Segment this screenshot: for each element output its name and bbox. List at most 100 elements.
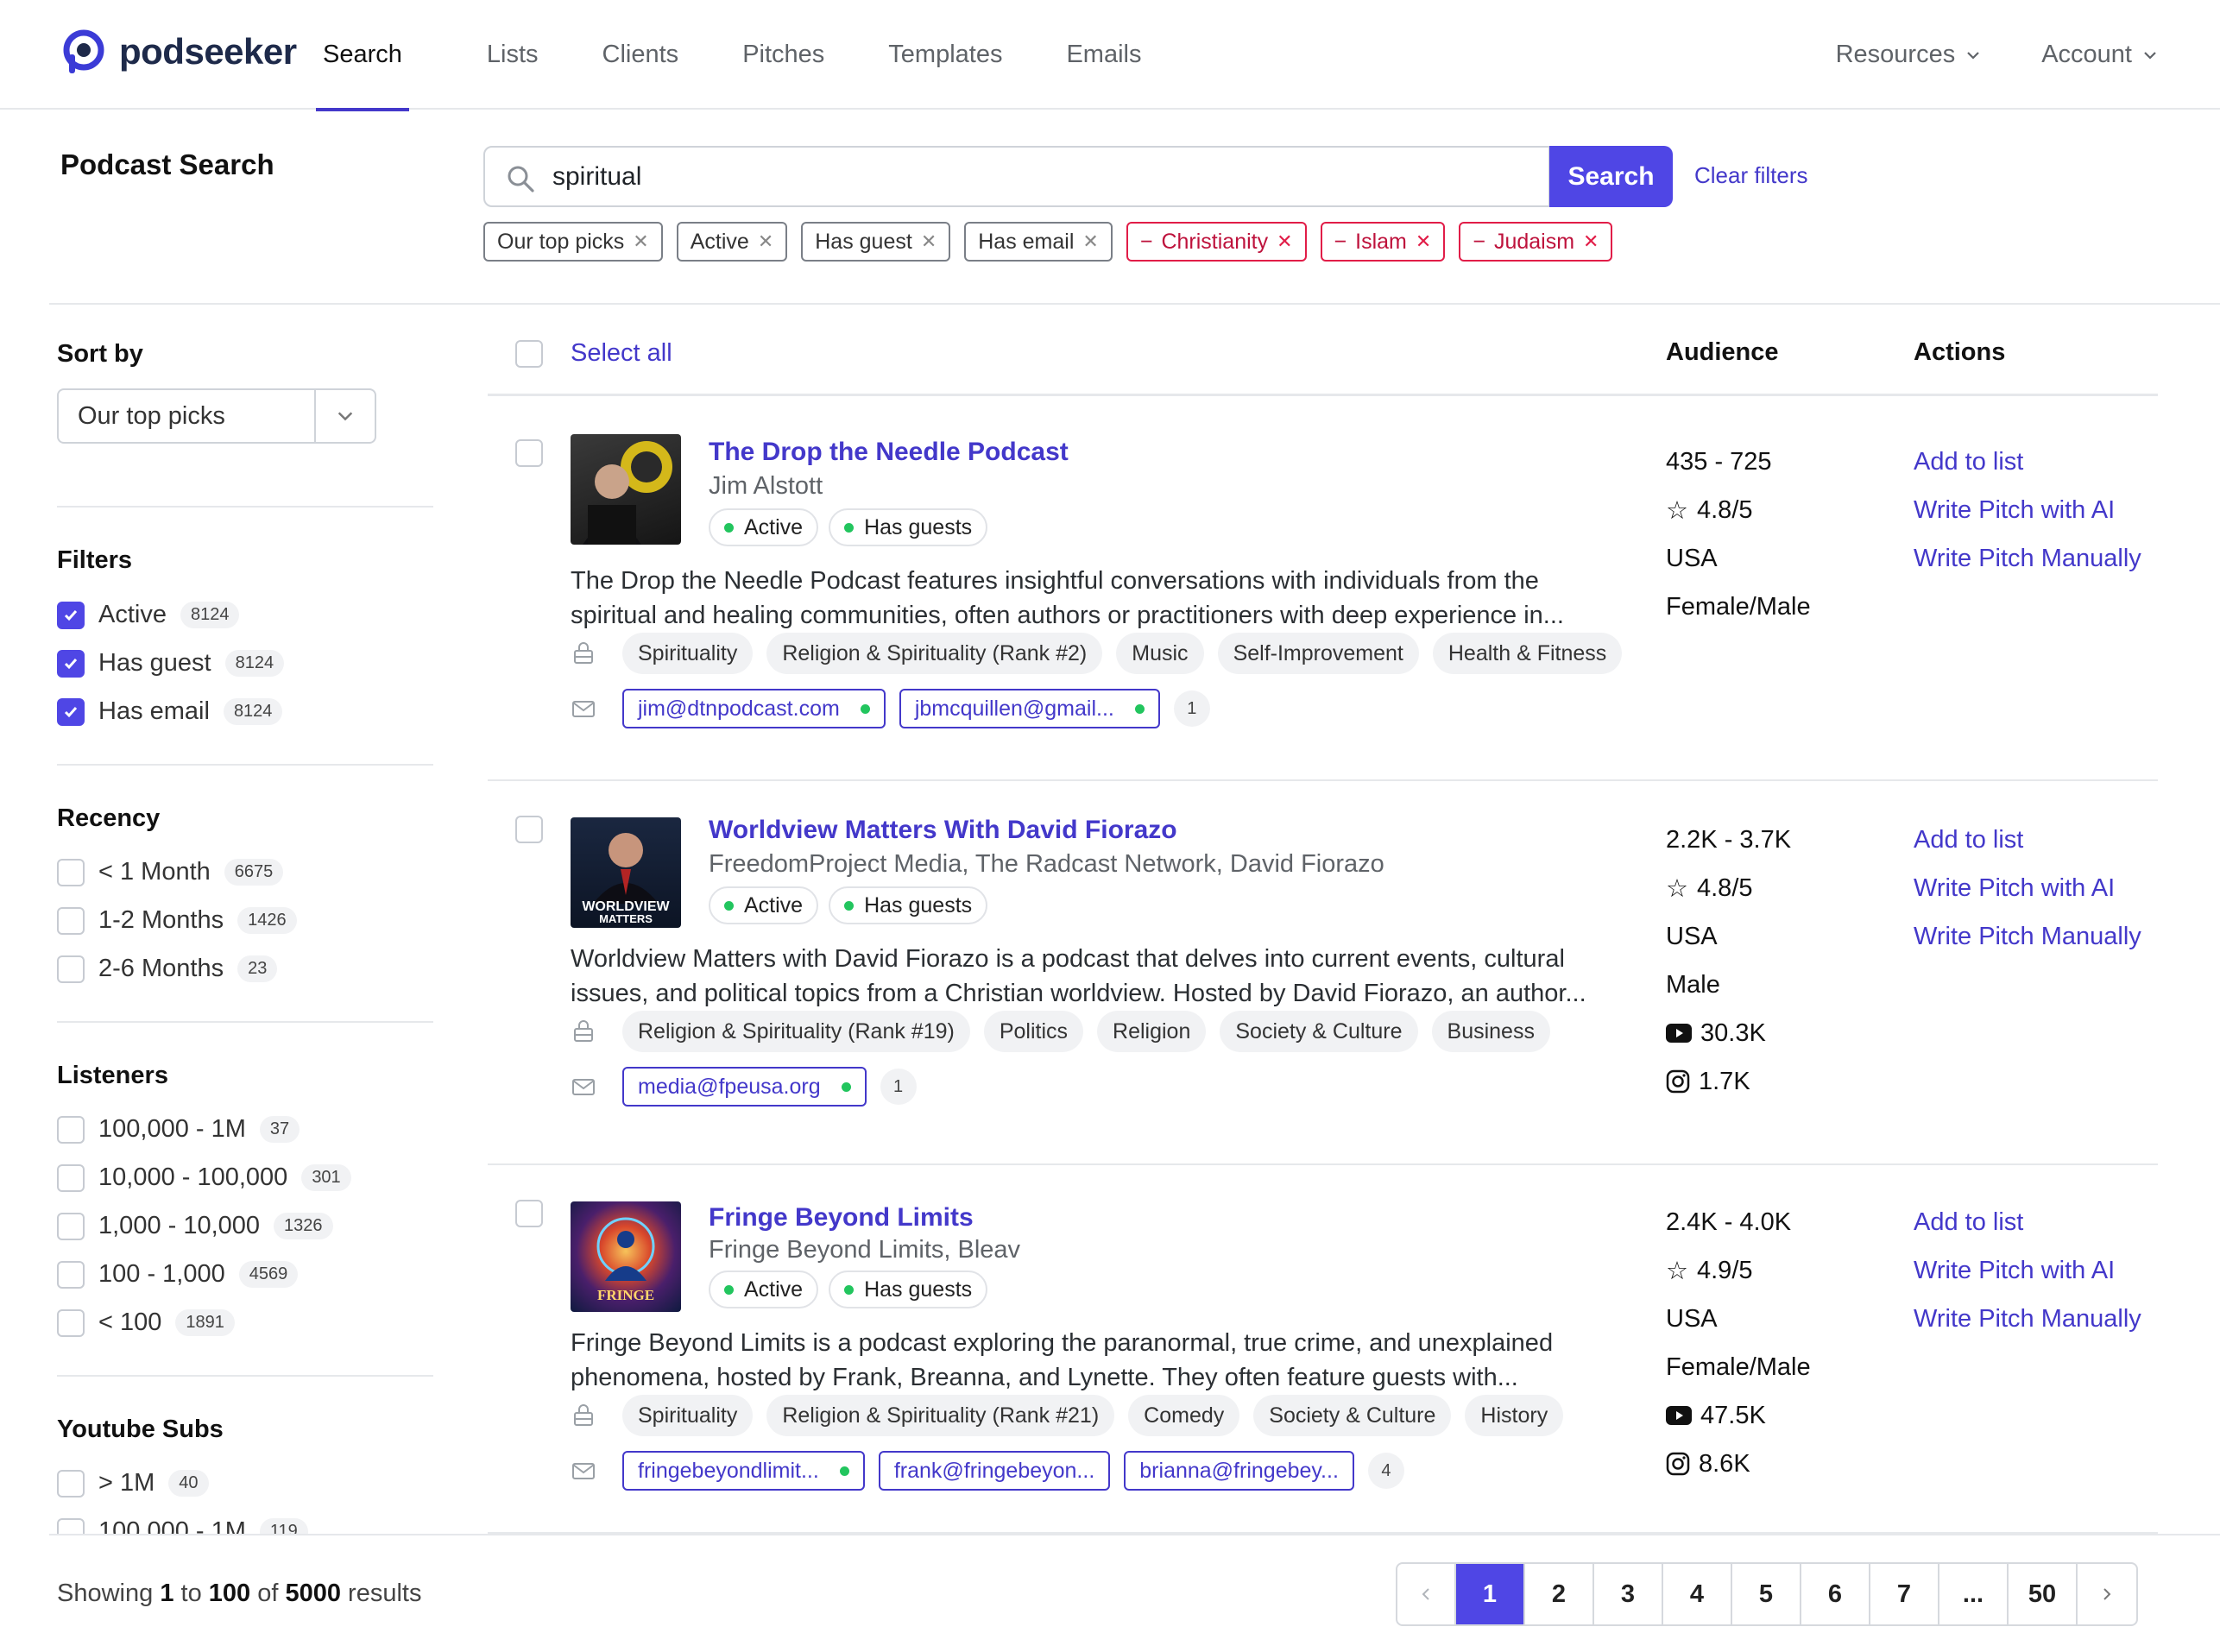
write-pitch-manually-link[interactable]: Write Pitch Manually bbox=[1914, 534, 2141, 583]
checkbox[interactable] bbox=[57, 1212, 85, 1240]
podcast-cover[interactable] bbox=[571, 434, 681, 545]
category-tag[interactable]: Music bbox=[1116, 633, 1204, 674]
podcast-title[interactable]: Fringe Beyond Limits bbox=[709, 1203, 974, 1233]
checkbox[interactable] bbox=[57, 1260, 85, 1289]
podcast-cover[interactable]: FRINGE bbox=[571, 1201, 681, 1312]
nav-search[interactable]: Search bbox=[316, 0, 409, 111]
excluded-filter-chip[interactable]: − Christianity ✕ bbox=[1126, 222, 1307, 262]
write-pitch-ai-link[interactable]: Write Pitch with AI bbox=[1914, 1246, 2141, 1295]
filter-has-email[interactable]: Has email 8124 bbox=[57, 697, 283, 726]
close-icon[interactable]: ✕ bbox=[1082, 230, 1098, 253]
listeners-option[interactable]: 100,000 - 1M 37 bbox=[57, 1115, 300, 1144]
search-box[interactable] bbox=[483, 146, 1550, 207]
category-tag[interactable]: Religion & Spirituality (Rank #21) bbox=[766, 1395, 1115, 1436]
podcast-cover[interactable]: WORLDVIEW MATTERS bbox=[571, 817, 681, 928]
youtube-option[interactable]: > 1M 40 bbox=[57, 1469, 209, 1498]
more-emails-count[interactable]: 1 bbox=[1173, 690, 1210, 727]
close-icon[interactable]: ✕ bbox=[758, 230, 773, 253]
page-button[interactable]: 4 bbox=[1663, 1564, 1732, 1624]
resources-menu[interactable]: Resources bbox=[1836, 41, 1982, 69]
search-input[interactable] bbox=[552, 148, 1502, 205]
row-checkbox[interactable] bbox=[515, 1200, 543, 1227]
recency-option[interactable]: 2-6 Months 23 bbox=[57, 955, 278, 983]
category-tag[interactable]: Society & Culture bbox=[1253, 1395, 1452, 1436]
select-all-link[interactable]: Select all bbox=[571, 339, 672, 368]
checkbox[interactable] bbox=[57, 1517, 85, 1534]
close-icon[interactable]: ✕ bbox=[1583, 230, 1599, 253]
close-icon[interactable]: ✕ bbox=[1277, 230, 1292, 253]
page-button[interactable]: 6 bbox=[1801, 1564, 1870, 1624]
email-chip[interactable]: jbmcquillen@gmail... bbox=[899, 689, 1160, 728]
listeners-option[interactable]: < 100 1891 bbox=[57, 1308, 235, 1337]
email-chip[interactable]: brianna@fringebey... bbox=[1124, 1451, 1354, 1491]
email-chip[interactable]: media@fpeusa.org bbox=[622, 1067, 867, 1107]
checkbox[interactable] bbox=[57, 1308, 85, 1337]
write-pitch-manually-link[interactable]: Write Pitch Manually bbox=[1914, 1295, 2141, 1343]
page-button[interactable]: 7 bbox=[1870, 1564, 1939, 1624]
nav-emails[interactable]: Emails bbox=[1059, 0, 1148, 110]
write-pitch-ai-link[interactable]: Write Pitch with AI bbox=[1914, 486, 2141, 534]
nav-clients[interactable]: Clients bbox=[596, 0, 686, 110]
category-tag[interactable]: Society & Culture bbox=[1220, 1011, 1418, 1052]
category-tag[interactable]: Religion & Spirituality (Rank #2) bbox=[766, 633, 1103, 674]
more-emails-count[interactable]: 1 bbox=[880, 1069, 917, 1105]
checkbox[interactable] bbox=[57, 1469, 85, 1498]
category-tag[interactable]: History bbox=[1465, 1395, 1564, 1436]
prev-page-button[interactable] bbox=[1397, 1564, 1456, 1624]
category-tag[interactable]: Religion bbox=[1097, 1011, 1207, 1052]
youtube-option[interactable]: 100,000 - 1M 119 bbox=[57, 1517, 308, 1534]
page-button[interactable]: 2 bbox=[1525, 1564, 1594, 1624]
add-to-list-link[interactable]: Add to list bbox=[1914, 438, 2141, 486]
close-icon[interactable]: ✕ bbox=[1416, 230, 1431, 253]
email-chip[interactable]: frank@fringebeyon... bbox=[878, 1451, 1111, 1491]
page-button[interactable]: 3 bbox=[1594, 1564, 1663, 1624]
nav-lists[interactable]: Lists bbox=[480, 0, 546, 110]
category-tag[interactable]: Politics bbox=[983, 1011, 1084, 1052]
podcast-title[interactable]: Worldview Matters With David Fiorazo bbox=[709, 816, 1177, 845]
recency-option[interactable]: 1-2 Months 1426 bbox=[57, 906, 297, 935]
filter-chip[interactable]: Has guest ✕ bbox=[801, 222, 951, 262]
close-icon[interactable]: ✕ bbox=[921, 230, 937, 253]
next-page-button[interactable] bbox=[2078, 1564, 2136, 1624]
excluded-filter-chip[interactable]: − Islam ✕ bbox=[1320, 222, 1446, 262]
row-checkbox[interactable] bbox=[515, 816, 543, 843]
select-all-checkbox[interactable] bbox=[515, 340, 543, 368]
checkbox[interactable] bbox=[57, 906, 85, 935]
logo[interactable]: podseeker bbox=[60, 28, 297, 75]
add-to-list-link[interactable]: Add to list bbox=[1914, 816, 2141, 864]
write-pitch-manually-link[interactable]: Write Pitch Manually bbox=[1914, 912, 2141, 961]
page-button[interactable]: 50 bbox=[2009, 1564, 2078, 1624]
nav-templates[interactable]: Templates bbox=[881, 0, 1009, 110]
email-chip[interactable]: jim@dtnpodcast.com bbox=[622, 689, 886, 728]
category-tag[interactable]: Comedy bbox=[1128, 1395, 1240, 1436]
category-tag[interactable]: Religion & Spirituality (Rank #19) bbox=[622, 1011, 970, 1052]
category-tag[interactable]: Spirituality bbox=[622, 633, 754, 674]
filter-active[interactable]: Active 8124 bbox=[57, 601, 240, 629]
checkbox[interactable] bbox=[57, 858, 85, 886]
category-tag[interactable]: Spirituality bbox=[622, 1395, 754, 1436]
filter-chip[interactable]: Our top picks ✕ bbox=[483, 222, 663, 262]
category-tag[interactable]: Health & Fitness bbox=[1432, 633, 1623, 674]
recency-option[interactable]: < 1 Month 6675 bbox=[57, 858, 284, 886]
podcast-title[interactable]: The Drop the Needle Podcast bbox=[709, 438, 1069, 467]
listeners-option[interactable]: 1,000 - 10,000 1326 bbox=[57, 1212, 333, 1240]
more-emails-count[interactable]: 4 bbox=[1367, 1453, 1404, 1489]
checkbox[interactable] bbox=[57, 1115, 85, 1144]
listeners-option[interactable]: 10,000 - 100,000 301 bbox=[57, 1163, 351, 1192]
sort-select[interactable]: Our top picks bbox=[57, 388, 376, 444]
filter-chip[interactable]: Has email ✕ bbox=[964, 222, 1113, 262]
nav-pitches[interactable]: Pitches bbox=[735, 0, 831, 110]
filter-chip[interactable]: Active ✕ bbox=[676, 222, 788, 262]
add-to-list-link[interactable]: Add to list bbox=[1914, 1198, 2141, 1246]
sort-dropdown-button[interactable] bbox=[314, 390, 375, 442]
page-button[interactable]: 5 bbox=[1732, 1564, 1801, 1624]
checkbox[interactable] bbox=[57, 601, 85, 629]
checkbox[interactable] bbox=[57, 649, 85, 678]
email-chip[interactable]: fringebeyondlimit... bbox=[622, 1451, 865, 1491]
search-button[interactable]: Search bbox=[1549, 146, 1673, 207]
close-icon[interactable]: ✕ bbox=[633, 230, 648, 253]
listeners-option[interactable]: 100 - 1,000 4569 bbox=[57, 1260, 299, 1289]
page-button[interactable]: 1 bbox=[1456, 1564, 1525, 1624]
row-checkbox[interactable] bbox=[515, 439, 543, 467]
category-tag[interactable]: Business bbox=[1431, 1011, 1550, 1052]
